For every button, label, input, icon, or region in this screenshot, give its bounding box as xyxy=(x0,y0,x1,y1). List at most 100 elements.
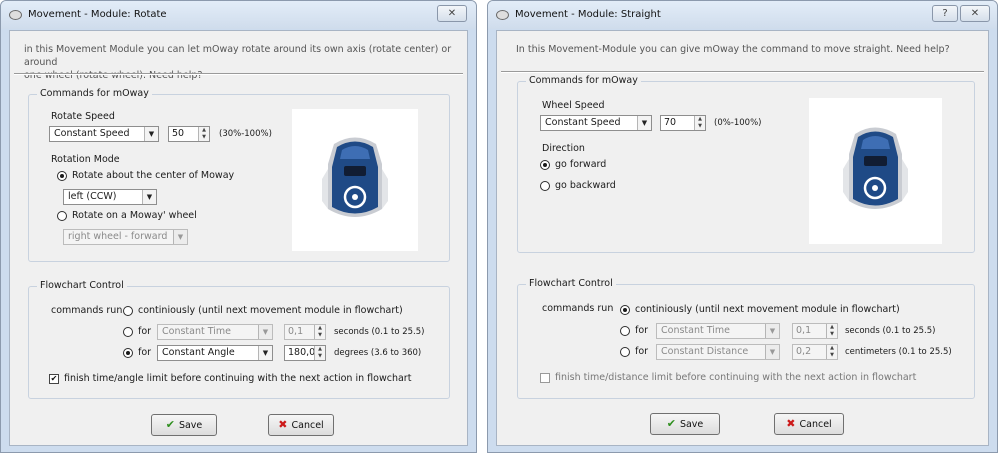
straight-client-area: In this Movement-Module you can give mOw… xyxy=(496,30,989,446)
angle-mode-select[interactable]: Constant Angle ▼ xyxy=(157,345,273,361)
angle-mode-value: Constant Angle xyxy=(162,347,235,358)
spin-arrows-icon[interactable]: ▲ ▼ xyxy=(694,116,705,130)
close-button[interactable]: ✕ xyxy=(437,5,467,22)
forward-label: go forward xyxy=(555,159,607,170)
save-label: Save xyxy=(679,419,704,430)
time-unit-label: seconds (0.1 to 25.5) xyxy=(334,327,425,337)
chevron-down-icon: ▼ xyxy=(765,324,779,338)
rotate-dialog-window: Movement - Module: Rotate ✕ in this Move… xyxy=(0,0,477,453)
run-time-radio[interactable] xyxy=(123,327,133,337)
straight-dialog-window: Movement - Module: Straight ? ✕ In this … xyxy=(487,0,998,453)
speed-mode-value: Constant Speed xyxy=(545,117,621,128)
app-icon xyxy=(9,10,22,20)
run-angle-radio[interactable] xyxy=(123,348,133,358)
time-mode-value: Constant Time xyxy=(661,325,730,336)
direction-value: left (CCW) xyxy=(68,191,117,202)
rotate-client-area: in this Movement Module you can let mOwa… xyxy=(9,30,468,446)
time-value: 0,1 xyxy=(288,326,304,337)
rotation-mode-label: Rotation Mode xyxy=(51,154,120,165)
run-continuously-radio[interactable] xyxy=(123,306,133,316)
angle-value-stepper[interactable]: 180,0 ▲ ▼ xyxy=(284,345,326,361)
window-title: Movement - Module: Rotate xyxy=(28,9,167,20)
backward-label: go backward xyxy=(555,180,616,191)
spin-arrows-icon[interactable]: ▲ ▼ xyxy=(198,127,209,141)
spin-arrows-icon[interactable]: ▲ ▼ xyxy=(826,324,837,338)
save-label: Save xyxy=(178,420,203,431)
run-continuously-radio[interactable] xyxy=(620,305,630,315)
speed-value: 50 xyxy=(172,128,185,139)
rotate-center-radio[interactable] xyxy=(57,171,67,181)
for-label: for xyxy=(635,346,649,357)
chevron-down-icon: ▼ xyxy=(142,190,156,204)
spin-arrows-icon[interactable]: ▲ ▼ xyxy=(314,346,325,360)
flowchart-group-title: Flowchart Control xyxy=(37,280,127,291)
finish-limit-checkbox[interactable] xyxy=(540,373,550,383)
rotate-titlebar[interactable]: Movement - Module: Rotate ✕ xyxy=(1,1,476,29)
run-distance-radio[interactable] xyxy=(620,347,630,357)
spin-arrows-icon[interactable]: ▲ ▼ xyxy=(314,325,325,339)
chevron-down-icon: ▼ xyxy=(258,325,272,339)
backward-radio[interactable] xyxy=(540,181,550,191)
wheel-select[interactable]: right wheel - forward ▼ xyxy=(63,229,188,245)
help-button[interactable]: ? xyxy=(932,5,958,22)
for-label: for xyxy=(635,325,649,336)
intro-text: in this Movement Module you can let mOwa… xyxy=(24,43,467,82)
chevron-down-icon: ▼ xyxy=(637,116,651,130)
chevron-down-icon: ▼ xyxy=(173,230,187,244)
rotate-wheel-radio[interactable] xyxy=(57,211,67,221)
speed-range-label: (0%-100%) xyxy=(714,118,762,128)
direction-select[interactable]: left (CCW) ▼ xyxy=(63,189,157,205)
moway-robot-icon xyxy=(322,137,388,217)
check-icon: ✔ xyxy=(165,418,175,431)
forward-radio[interactable] xyxy=(540,160,550,170)
speed-mode-select[interactable]: Constant Speed ▼ xyxy=(540,115,652,131)
commands-run-label: commands run xyxy=(542,303,614,314)
moway-robot-icon xyxy=(843,127,908,209)
time-mode-value: Constant Time xyxy=(162,326,231,337)
distance-mode-value: Constant Distance xyxy=(661,346,749,357)
angle-unit-label: degrees (3.6 to 360) xyxy=(334,348,422,358)
continuously-label: continiously (until next movement module… xyxy=(138,305,403,316)
flowchart-group: Flowchart Control commands run continiou… xyxy=(28,280,450,399)
speed-value-stepper[interactable]: 50 ▲ ▼ xyxy=(168,126,210,142)
spin-arrows-icon[interactable]: ▲ ▼ xyxy=(826,345,837,359)
robot-image xyxy=(809,98,942,244)
distance-value-stepper[interactable]: 0,2 ▲ ▼ xyxy=(792,344,838,360)
close-button[interactable]: ✕ xyxy=(960,5,990,22)
cancel-button[interactable]: ✖ Cancel xyxy=(268,414,334,436)
rotate-center-label: Rotate about the center of Moway xyxy=(72,170,235,181)
distance-mode-select[interactable]: Constant Distance ▼ xyxy=(656,344,780,360)
commands-group-title: Commands for mOway xyxy=(526,75,641,86)
angle-value: 180,0 xyxy=(288,347,316,358)
commands-group: Commands for mOway Rotate Speed Constant… xyxy=(28,88,450,262)
speed-mode-select[interactable]: Constant Speed ▼ xyxy=(49,126,159,142)
direction-label: Direction xyxy=(542,143,585,154)
cancel-button[interactable]: ✖ Cancel xyxy=(774,413,844,435)
time-mode-select[interactable]: Constant Time ▼ xyxy=(157,324,273,340)
chevron-down-icon: ▼ xyxy=(765,345,779,359)
finish-limit-label: finish time/distance limit before contin… xyxy=(555,372,917,383)
separator xyxy=(14,73,463,75)
run-time-radio[interactable] xyxy=(620,326,630,336)
commands-run-label: commands run xyxy=(51,305,123,316)
time-value-stepper[interactable]: 0,1 ▲ ▼ xyxy=(284,324,326,340)
distance-value: 0,2 xyxy=(796,346,812,357)
save-button[interactable]: ✔ Save xyxy=(650,413,720,435)
cancel-label: Cancel xyxy=(799,419,832,430)
time-value-stepper[interactable]: 0,1 ▲ ▼ xyxy=(792,323,838,339)
flowchart-group-title: Flowchart Control xyxy=(526,278,616,289)
time-unit-label: seconds (0.1 to 25.5) xyxy=(845,326,936,336)
speed-value: 70 xyxy=(664,117,677,128)
speed-value-stepper[interactable]: 70 ▲ ▼ xyxy=(660,115,706,131)
commands-group-title: Commands for mOway xyxy=(37,88,152,99)
wheel-value: right wheel - forward xyxy=(68,231,168,242)
time-value: 0,1 xyxy=(796,325,812,336)
separator xyxy=(501,71,984,73)
straight-titlebar[interactable]: Movement - Module: Straight ? ✕ xyxy=(488,1,997,29)
cancel-label: Cancel xyxy=(291,420,324,431)
wheel-speed-label: Wheel Speed xyxy=(542,100,605,111)
robot-image xyxy=(292,109,418,251)
time-mode-select[interactable]: Constant Time ▼ xyxy=(656,323,780,339)
finish-limit-checkbox[interactable]: ✔ xyxy=(49,374,59,384)
save-button[interactable]: ✔ Save xyxy=(151,414,217,436)
